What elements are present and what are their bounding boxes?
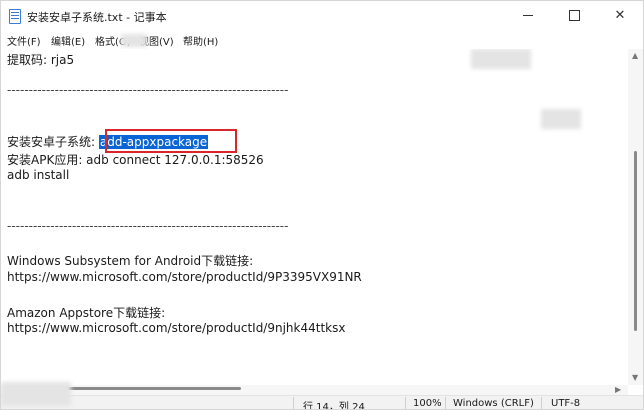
scroll-up-icon[interactable]: ▲ xyxy=(632,51,638,60)
scroll-down-icon[interactable]: ▼ xyxy=(632,373,638,382)
status-divider xyxy=(541,397,542,409)
cursor-position: 行 14，列 24 xyxy=(303,402,365,410)
editor-line: Windows Subsystem for Android下载链接: xyxy=(7,254,254,268)
menu-help[interactable]: 帮助(H) xyxy=(183,33,218,48)
window-title: 安装安卓子系统.txt - 记事本 xyxy=(27,11,167,24)
maximize-button[interactable] xyxy=(551,1,597,31)
text-editor[interactable]: 提取码: rja5 ------------------------------… xyxy=(1,49,628,385)
blur-patch xyxy=(541,109,581,129)
minimize-icon xyxy=(523,15,533,16)
close-button[interactable]: ✕ xyxy=(597,1,643,31)
editor-line: https://www.microsoft.com/store/productI… xyxy=(7,270,362,284)
status-divider xyxy=(445,397,446,409)
blur-patch xyxy=(471,49,531,69)
menu-file[interactable]: 文件(F) xyxy=(7,33,41,48)
title-bar[interactable]: 安装安卓子系统.txt - 记事本 ✕ xyxy=(1,1,643,31)
encoding: UTF-8 xyxy=(551,398,581,409)
divider-line: ----------------------------------------… xyxy=(7,83,289,97)
editor-line: https://www.microsoft.com/store/productI… xyxy=(7,321,346,335)
blur-patch xyxy=(1,382,71,406)
menu-edit[interactable]: 编辑(E) xyxy=(51,33,85,48)
vertical-scroll-thumb[interactable] xyxy=(634,151,637,331)
minimize-button[interactable] xyxy=(505,1,551,31)
line-ending: Windows (CRLF) xyxy=(453,398,534,409)
notepad-icon xyxy=(9,9,21,24)
scroll-right-icon[interactable]: ▶ xyxy=(615,385,621,394)
editor-line: Amazon Appstore下载链接: xyxy=(7,306,166,320)
maximize-icon xyxy=(568,10,580,21)
highlight-box xyxy=(105,129,237,153)
editor-line: adb install xyxy=(7,168,70,182)
status-bar: 行 14，列 24 100% Windows (CRLF) UTF-8 xyxy=(1,382,643,410)
notepad-window: 安装安卓子系统.txt - 记事本 ✕ 文件(F) 编辑(E) 格式(O) 视图… xyxy=(0,0,644,410)
status-divider xyxy=(405,397,406,409)
divider-line: ----------------------------------------… xyxy=(7,219,289,233)
close-icon: ✕ xyxy=(614,8,626,23)
menu-bar: 文件(F) 编辑(E) 格式(O) 视图(V) 帮助(H) xyxy=(1,31,643,49)
blur-patch xyxy=(121,34,147,47)
zoom-level: 100% xyxy=(413,398,442,409)
editor-line: 提取码: rja5 xyxy=(7,53,75,67)
editor-line: 安装APK应用: adb connect 127.0.0.1:58526 xyxy=(7,153,264,167)
status-divider xyxy=(293,397,294,409)
